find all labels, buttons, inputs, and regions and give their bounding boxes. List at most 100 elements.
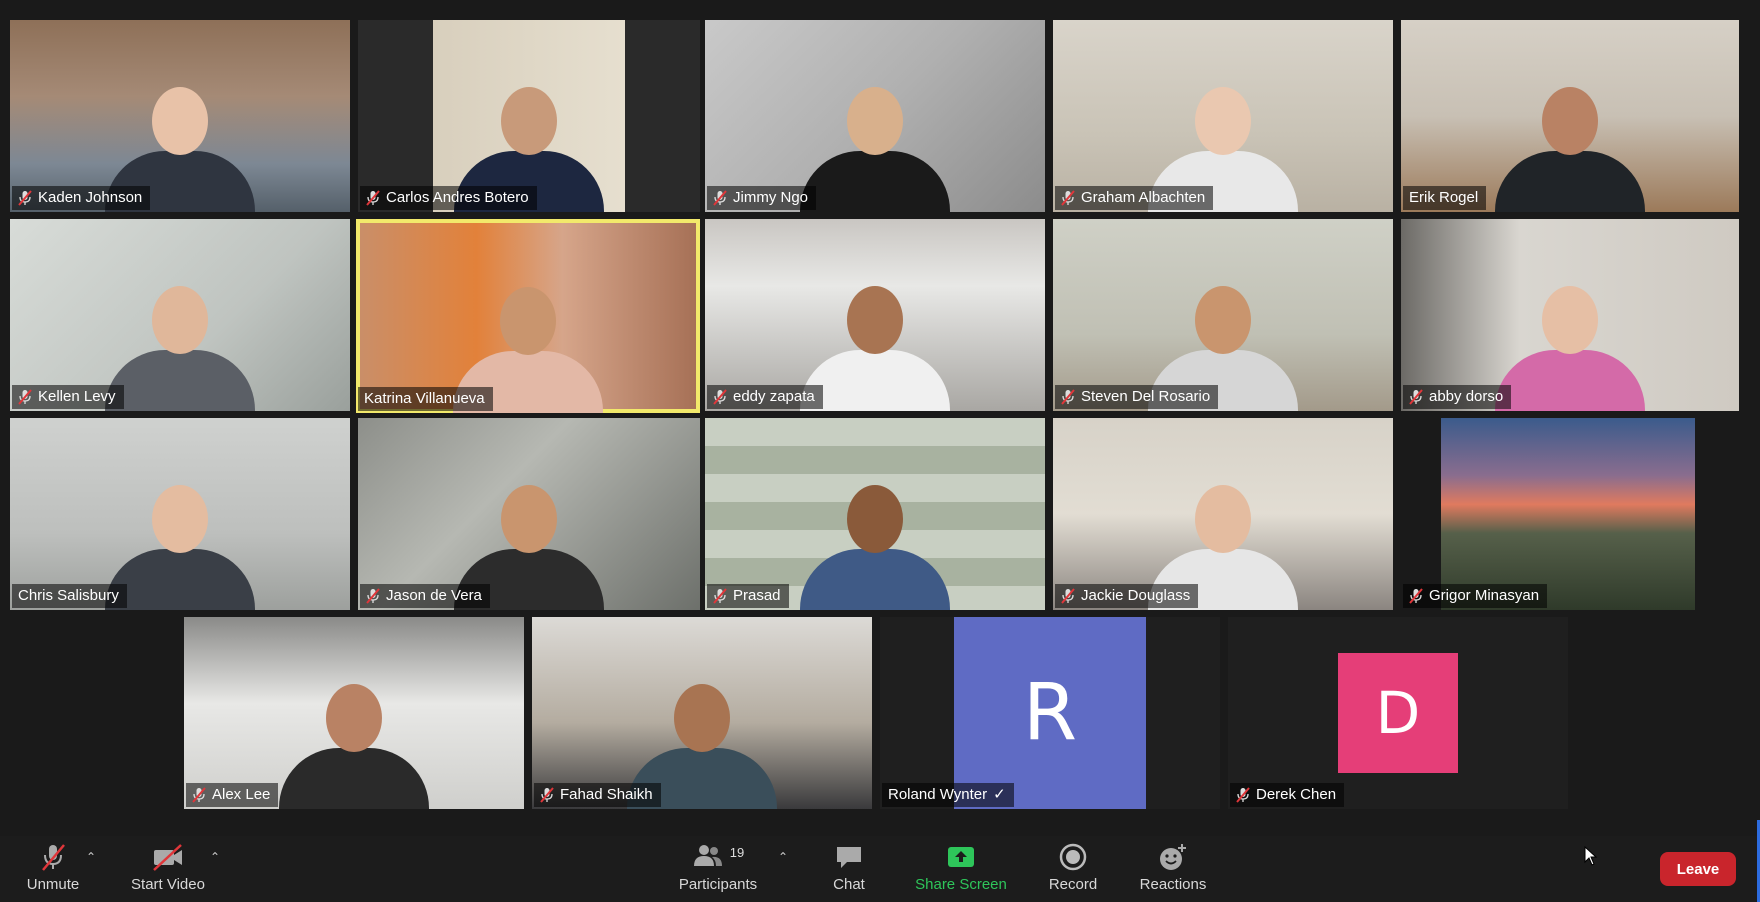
participant-head <box>1195 286 1251 355</box>
participant-name: Kellen Levy <box>38 388 116 405</box>
participant-head <box>152 87 208 156</box>
participant-head <box>1542 87 1598 156</box>
microphone-muted-icon <box>18 389 32 405</box>
participant-head <box>1542 286 1598 355</box>
microphone-muted-icon <box>192 787 206 803</box>
reactions-button[interactable]: Reactions <box>1138 840 1208 898</box>
participant-nameplate: Carlos Andres Botero <box>360 186 537 210</box>
participant-name: Steven Del Rosario <box>1081 388 1211 405</box>
video-tile[interactable]: Alex Lee <box>184 617 524 809</box>
sunset-landscape-image <box>1441 418 1695 610</box>
microphone-muted-icon <box>1409 389 1423 405</box>
participant-nameplate: Alex Lee <box>186 783 279 807</box>
avatar-initial: D <box>1338 653 1458 773</box>
participant-name: Carlos Andres Botero <box>386 189 529 206</box>
video-tile[interactable]: Jason de Vera <box>358 418 700 610</box>
participant-body <box>1495 349 1645 411</box>
chat-bubble-icon <box>834 840 864 874</box>
microphone-muted-icon <box>713 588 727 604</box>
audio-options-caret-icon[interactable]: ⌃ <box>86 850 96 864</box>
share-screen-button[interactable]: Share Screen <box>914 840 1008 898</box>
participant-nameplate: Erik Rogel <box>1403 186 1487 210</box>
microphone-muted-icon <box>713 190 727 206</box>
participant-head <box>152 286 208 355</box>
participant-name: Kaden Johnson <box>38 189 143 206</box>
microphone-muted-icon <box>366 190 380 206</box>
share-screen-label: Share Screen <box>915 876 1007 893</box>
participant-name: Chris Salisbury <box>18 587 119 604</box>
avatar-initial: R <box>954 617 1146 809</box>
participant-name: Erik Rogel <box>1409 189 1479 206</box>
checkmark-icon: ✓ <box>993 786 1006 803</box>
participant-nameplate: Chris Salisbury <box>12 584 127 608</box>
participant-nameplate: Derek Chen <box>1230 783 1345 807</box>
video-tile[interactable]: Jimmy Ngo <box>705 20 1045 212</box>
participant-body <box>800 150 950 212</box>
participant-nameplate: Grigor Minasyan <box>1403 584 1548 608</box>
participants-icon <box>692 842 724 872</box>
video-tile[interactable]: Graham Albachten <box>1053 20 1393 212</box>
leave-button[interactable]: Leave <box>1660 852 1736 886</box>
video-tile[interactable]: Kaden Johnson <box>10 20 350 212</box>
video-tile[interactable]: abby dorso <box>1401 219 1739 411</box>
video-tile[interactable]: Katrina Villanueva <box>356 219 700 413</box>
participant-name: Jackie Douglass <box>1081 587 1191 604</box>
video-tile[interactable]: Grigor Minasyan <box>1401 418 1739 610</box>
participant-name: abby dorso <box>1429 388 1504 405</box>
participant-nameplate: abby dorso <box>1403 385 1512 409</box>
microphone-muted-icon <box>1236 787 1250 803</box>
participant-nameplate: Graham Albachten <box>1055 186 1214 210</box>
video-tile[interactable]: Steven Del Rosario <box>1053 219 1393 411</box>
microphone-muted-icon <box>1061 190 1075 206</box>
video-tile[interactable]: Erik Rogel <box>1401 20 1739 212</box>
participant-name: Alex Lee <box>212 786 271 803</box>
microphone-muted-icon <box>1409 588 1423 604</box>
video-tile[interactable]: D Derek Chen <box>1228 617 1568 809</box>
participant-nameplate: Kaden Johnson <box>12 186 151 210</box>
participant-name: Fahad Shaikh <box>560 786 653 803</box>
participant-name: Roland Wynter <box>888 786 988 803</box>
participants-button[interactable]: 19 Participants <box>676 840 760 898</box>
participant-body <box>105 548 255 610</box>
video-options-caret-icon[interactable]: ⌃ <box>210 850 220 864</box>
start-video-button[interactable]: Start Video <box>128 840 208 898</box>
participant-head <box>152 485 208 554</box>
participant-head <box>1195 87 1251 156</box>
participant-name: Katrina Villanueva <box>364 390 485 407</box>
participant-head <box>501 485 557 554</box>
video-tile[interactable]: eddy zapata <box>705 219 1045 411</box>
participant-nameplate: Roland Wynter ✓ <box>882 783 1014 807</box>
share-screen-icon <box>946 840 976 874</box>
participant-head <box>847 485 903 554</box>
video-tile[interactable]: Carlos Andres Botero <box>358 20 700 212</box>
participant-name: eddy zapata <box>733 388 815 405</box>
video-tile[interactable]: R Roland Wynter ✓ <box>880 617 1220 809</box>
video-tile[interactable]: Kellen Levy <box>10 219 350 411</box>
microphone-muted-icon <box>540 787 554 803</box>
participants-options-caret-icon[interactable]: ⌃ <box>778 850 788 864</box>
participant-nameplate: Jackie Douglass <box>1055 584 1199 608</box>
participant-name: Jimmy Ngo <box>733 189 809 206</box>
video-tile[interactable]: Jackie Douglass <box>1053 418 1393 610</box>
participant-head <box>500 286 556 355</box>
participant-head <box>847 87 903 156</box>
reactions-label: Reactions <box>1139 876 1207 893</box>
participant-head <box>1195 485 1251 554</box>
unmute-button[interactable]: Unmute <box>20 840 86 898</box>
participant-name: Grigor Minasyan <box>1429 587 1540 604</box>
smiley-plus-icon <box>1157 840 1189 874</box>
video-tile[interactable]: Fahad Shaikh <box>532 617 872 809</box>
video-tile[interactable]: Prasad <box>705 418 1045 610</box>
participant-body <box>105 349 255 411</box>
chat-button[interactable]: Chat <box>826 840 872 898</box>
record-button[interactable]: Record <box>1044 840 1102 898</box>
participant-nameplate: Prasad <box>707 584 789 608</box>
video-tile[interactable]: Chris Salisbury <box>10 418 350 610</box>
participant-body <box>279 747 429 809</box>
microphone-muted-icon <box>1061 588 1075 604</box>
unmute-label: Unmute <box>26 876 80 893</box>
microphone-muted-icon <box>38 840 68 874</box>
record-label: Record <box>1048 876 1098 893</box>
start-video-label: Start Video <box>131 876 205 893</box>
participant-head <box>674 684 730 753</box>
